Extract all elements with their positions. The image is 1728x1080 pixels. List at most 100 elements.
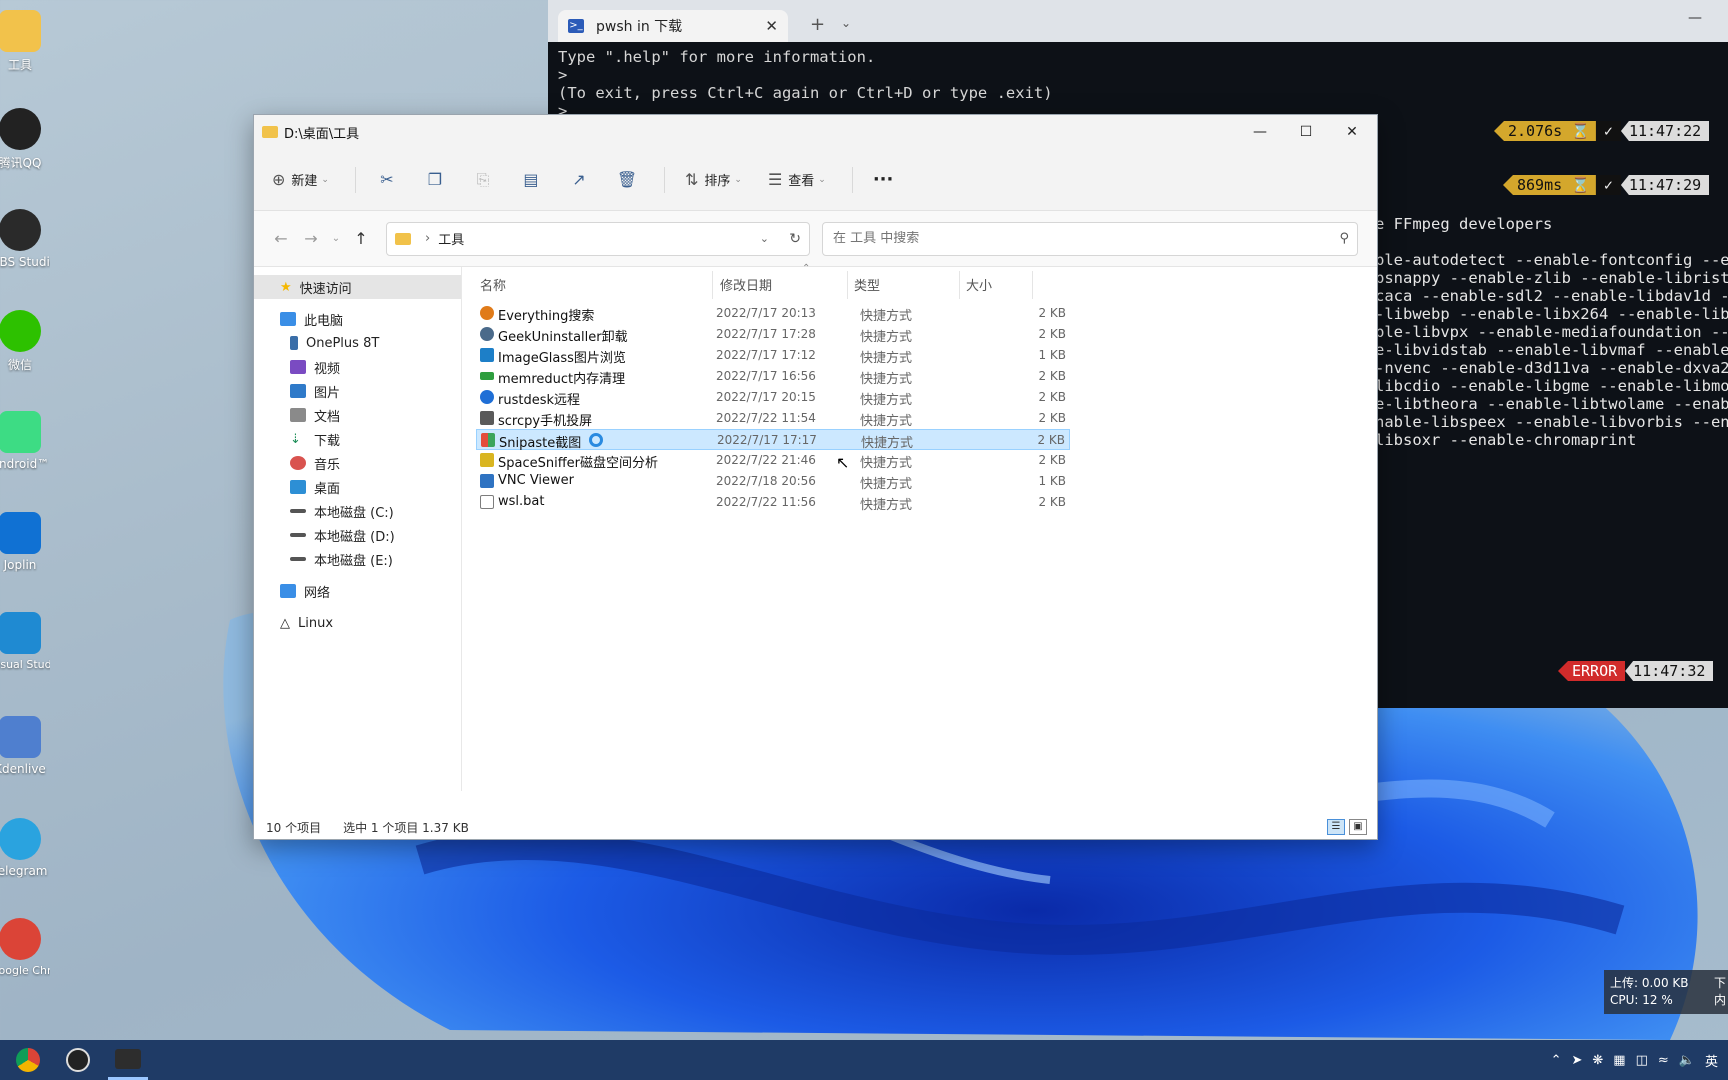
sidebar-item-drive-c[interactable]: 本地磁盘 (C:) bbox=[254, 499, 461, 523]
sidebar-item-pictures[interactable]: 图片 bbox=[254, 379, 461, 403]
desktop-icon-telegram[interactable]: Telegram bbox=[0, 818, 50, 878]
sidebar-item-this-pc[interactable]: 此电脑 bbox=[254, 307, 461, 331]
taskbar-chrome[interactable] bbox=[8, 1040, 48, 1080]
more-options-button[interactable]: ··· bbox=[873, 169, 894, 190]
telegram-tray-icon[interactable]: ➤ bbox=[1571, 1053, 1582, 1068]
sort-button[interactable]: ⇅ 排序 ⌄ bbox=[685, 170, 742, 189]
geekuninstaller-icon bbox=[480, 327, 494, 341]
column-divider[interactable] bbox=[847, 271, 848, 299]
minimize-button[interactable]: — bbox=[1237, 115, 1283, 149]
search-box[interactable]: ⚲ bbox=[822, 221, 1358, 256]
desktop-icon-joplin[interactable]: Joplin bbox=[0, 512, 50, 572]
terminal-line: ble-autodetect --enable-fontconfig --en bbox=[1375, 251, 1728, 269]
column-header-size[interactable]: 大小 bbox=[966, 275, 992, 297]
search-input[interactable] bbox=[833, 231, 1296, 246]
copy-icon[interactable]: ❐ bbox=[424, 170, 446, 189]
column-divider[interactable] bbox=[1032, 271, 1033, 299]
minimize-button[interactable]: — bbox=[1688, 10, 1702, 26]
tray-app-icon[interactable]: ❋ bbox=[1592, 1053, 1603, 1068]
breadcrumb-current[interactable]: 工具 bbox=[438, 229, 464, 248]
new-tab-button[interactable]: + bbox=[810, 14, 825, 35]
desktop-icon-android[interactable]: Android™ bbox=[0, 411, 50, 471]
ime-indicator[interactable]: 英 bbox=[1705, 1051, 1718, 1070]
refresh-icon[interactable]: ↻ bbox=[789, 231, 801, 247]
file-row[interactable]: wsl.bat 2022/7/22 11:56 快捷方式 2 KB bbox=[476, 492, 1070, 513]
duration-badge: 2.076s ⌛ bbox=[1494, 121, 1596, 141]
paste-icon[interactable]: ⎘ bbox=[472, 170, 494, 190]
column-divider[interactable] bbox=[712, 271, 713, 299]
sidebar-item-oneplus[interactable]: OnePlus 8T bbox=[254, 331, 461, 355]
sidebar-item-videos[interactable]: 视频 bbox=[254, 355, 461, 379]
explorer-titlebar[interactable]: D:\桌面\工具 — ☐ ✕ bbox=[254, 115, 1377, 149]
sidebar-item-drive-d[interactable]: 本地磁盘 (D:) bbox=[254, 523, 461, 547]
close-button[interactable]: ✕ bbox=[1329, 115, 1375, 149]
explorer-toolbar: ⊕ 新建 ⌄ ✂ ❐ ⎘ ▤ ↗ 🗑 ⇅ 排序 ⌄ ☰ 查看 ⌄ ··· bbox=[254, 149, 1377, 211]
address-bar[interactable]: › 工具 ⌄ ↻ bbox=[386, 221, 810, 256]
column-header-type[interactable]: 类型 bbox=[854, 275, 880, 297]
sidebar-item-downloads[interactable]: ⇣ 下载 bbox=[254, 427, 461, 451]
up-arrow-icon[interactable]: ↑ bbox=[346, 229, 376, 248]
column-header-name[interactable]: 名称 bbox=[480, 275, 506, 297]
share-icon[interactable]: ↗ bbox=[568, 170, 590, 189]
wifi-icon[interactable]: ≈ bbox=[1658, 1053, 1669, 1068]
terminal-line: (To exit, press Ctrl+C again or Ctrl+D o… bbox=[558, 84, 1053, 102]
android-icon bbox=[0, 411, 41, 453]
file-row[interactable]: GeekUninstaller卸载 2022/7/17 17:28 快捷方式 2 KB bbox=[476, 324, 1070, 345]
column-divider[interactable] bbox=[959, 271, 960, 299]
sidebar-item-network[interactable]: 网络 bbox=[254, 579, 461, 603]
chevron-down-icon[interactable]: ⌄ bbox=[841, 16, 851, 30]
folder-icon bbox=[395, 232, 411, 245]
view-button[interactable]: ☰ 查看 ⌄ bbox=[768, 170, 826, 189]
cut-icon[interactable]: ✂ bbox=[376, 170, 398, 189]
sidebar-item-linux[interactable]: △ Linux bbox=[254, 611, 461, 635]
thumbnail-view-icon[interactable]: ▣ bbox=[1349, 819, 1367, 835]
maximize-button[interactable]: ☐ bbox=[1283, 115, 1329, 149]
recent-chevron-icon[interactable]: ⌄ bbox=[326, 233, 346, 244]
volume-icon[interactable]: 🔈 bbox=[1679, 1053, 1695, 1068]
file-row[interactable]: scrcpy手机投屏 2022/7/22 11:54 快捷方式 2 KB bbox=[476, 408, 1070, 429]
desktop-icon-kdenlive[interactable]: Kdenlive bbox=[0, 716, 50, 776]
file-row-selected[interactable]: Snipaste截图 2022/7/17 17:17 快捷方式 2 KB bbox=[476, 429, 1070, 451]
file-row[interactable]: ImageGlass图片浏览 2022/7/17 17:12 快捷方式 1 KB bbox=[476, 345, 1070, 366]
delete-icon[interactable]: 🗑 bbox=[616, 170, 638, 189]
file-row[interactable]: Everything搜索 2022/7/17 20:13 快捷方式 2 KB bbox=[476, 303, 1070, 324]
tray-app-icon[interactable]: ▦ bbox=[1613, 1053, 1625, 1068]
tray-app-icon[interactable]: ◫ bbox=[1636, 1053, 1648, 1068]
desktop-icon-chrome[interactable]: Google Chrome bbox=[0, 918, 50, 977]
file-row[interactable]: memreduct内存清理 2022/7/17 16:56 快捷方式 2 KB bbox=[476, 366, 1070, 387]
chevron-down-icon[interactable]: ⌄ bbox=[760, 232, 769, 245]
desktop-icon-wechat[interactable]: 微信 bbox=[0, 310, 50, 373]
desktop-icon-obs[interactable]: OBS Studio bbox=[0, 209, 50, 269]
drive-icon bbox=[290, 533, 306, 537]
file-row[interactable]: rustdesk远程 2022/7/17 20:15 快捷方式 2 KB bbox=[476, 387, 1070, 408]
sidebar-item-quick-access[interactable]: ★ 快速访问 bbox=[254, 275, 461, 299]
close-icon[interactable]: ✕ bbox=[765, 17, 778, 35]
terminal-tab[interactable]: >_ pwsh in 下载 ✕ bbox=[558, 10, 788, 42]
taskbar-obs[interactable] bbox=[58, 1040, 98, 1080]
chevron-up-icon[interactable]: ⌃ bbox=[1551, 1053, 1562, 1068]
desktop-icon-vscode[interactable]: Visual Studio Code bbox=[0, 612, 50, 671]
desktop-icon-qq[interactable]: 腾讯QQ bbox=[0, 108, 50, 171]
forward-arrow-icon[interactable]: → bbox=[296, 229, 326, 248]
new-button[interactable]: ⊕ 新建 ⌄ bbox=[272, 170, 329, 189]
column-header-date[interactable]: 修改日期 bbox=[720, 275, 772, 297]
chevron-down-icon: ⌄ bbox=[818, 174, 826, 185]
back-arrow-icon[interactable]: ← bbox=[266, 229, 296, 248]
taskbar-terminal[interactable] bbox=[108, 1040, 148, 1080]
phone-icon bbox=[290, 336, 298, 350]
sidebar-item-music[interactable]: 音乐 bbox=[254, 451, 461, 475]
wechat-icon bbox=[0, 310, 41, 352]
desktop-icon-tools[interactable]: 工具 bbox=[0, 10, 50, 73]
file-row[interactable]: SpaceSniffer磁盘空间分析 2022/7/22 21:46 快捷方式 2 K… bbox=[476, 450, 1070, 471]
sidebar-item-documents[interactable]: 文档 bbox=[254, 403, 461, 427]
sidebar-item-drive-e[interactable]: 本地磁盘 (E:) bbox=[254, 547, 461, 571]
file-explorer-window[interactable]: D:\桌面\工具 — ☐ ✕ ⊕ 新建 ⌄ ✂ ❐ ⎘ ▤ ↗ 🗑 ⇅ 排序 ⌄… bbox=[253, 114, 1378, 840]
sidebar-item-desktop[interactable]: 桌面 bbox=[254, 475, 461, 499]
chevron-down-icon: ⌄ bbox=[734, 174, 742, 185]
rename-icon[interactable]: ▤ bbox=[520, 170, 542, 189]
everything-icon bbox=[480, 306, 494, 320]
file-list: ⌃ 名称 修改日期 类型 大小 Everything搜索 2022/7/17 20… bbox=[462, 263, 1377, 791]
details-view-icon[interactable]: ☰ bbox=[1327, 819, 1345, 835]
file-row[interactable]: VNC Viewer 2022/7/18 20:56 快捷方式 1 KB bbox=[476, 471, 1070, 492]
mouse-cursor-icon: ↖ bbox=[836, 453, 850, 472]
